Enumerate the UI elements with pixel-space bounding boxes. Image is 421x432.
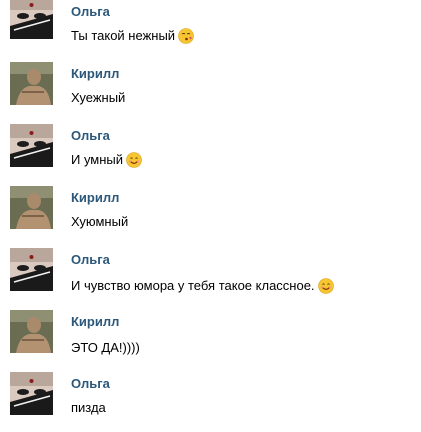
message-item: Ольга пизда bbox=[0, 372, 421, 432]
message-text: Хуюмный bbox=[71, 214, 128, 230]
avatar-olga[interactable] bbox=[10, 372, 53, 415]
message-item: Кирилл ЭТО ДА!)))) bbox=[0, 310, 421, 370]
message-text: ЭТО ДА!)))) bbox=[71, 340, 140, 356]
message-item: Ольга И чувство юмора у тебя такое класс… bbox=[0, 248, 421, 308]
message-text-content: ЭТО ДА!)))) bbox=[71, 340, 140, 355]
avatar-kirill[interactable] bbox=[10, 62, 53, 105]
message-text-content: пизда bbox=[71, 400, 106, 415]
kissing-face-icon bbox=[178, 27, 194, 44]
message-author[interactable]: Ольга bbox=[71, 252, 110, 267]
avatar-olga[interactable] bbox=[10, 248, 53, 291]
avatar-olga[interactable] bbox=[10, 0, 53, 39]
avatar-olga[interactable] bbox=[10, 124, 53, 167]
avatar-kirill[interactable] bbox=[10, 186, 53, 229]
message-text-content: Хуежный bbox=[71, 90, 126, 105]
message-text: Ты такой нежный bbox=[71, 27, 194, 45]
message-author[interactable]: Ольга bbox=[71, 4, 110, 19]
message-author[interactable]: Кирилл bbox=[71, 190, 119, 205]
message-text: И умный bbox=[71, 151, 142, 169]
smiling-face-icon bbox=[317, 277, 334, 294]
message-text-content: И умный bbox=[71, 152, 124, 167]
message-author[interactable]: Кирилл bbox=[71, 314, 119, 329]
message-item: Ольга Ты такой нежный bbox=[0, 0, 421, 60]
message-author[interactable]: Ольга bbox=[71, 128, 110, 143]
message-item: Кирилл Хуежный bbox=[0, 62, 421, 122]
message-text-content: И чувство юмора у тебя такое классное. bbox=[71, 278, 315, 293]
message-text: И чувство юмора у тебя такое классное. bbox=[71, 277, 334, 295]
message-author[interactable]: Кирилл bbox=[71, 66, 119, 81]
message-text-content: Хуюмный bbox=[71, 214, 129, 229]
avatar-kirill[interactable] bbox=[10, 310, 53, 353]
message-item: Кирилл Хуюмный bbox=[0, 186, 421, 246]
message-text: Хуежный bbox=[71, 90, 125, 106]
smiling-face-icon bbox=[126, 151, 142, 168]
message-author[interactable]: Ольга bbox=[71, 376, 110, 391]
message-text-content: Ты такой нежный bbox=[71, 28, 176, 43]
message-text: пизда bbox=[71, 400, 106, 416]
message-item: Ольга И умный bbox=[0, 124, 421, 184]
